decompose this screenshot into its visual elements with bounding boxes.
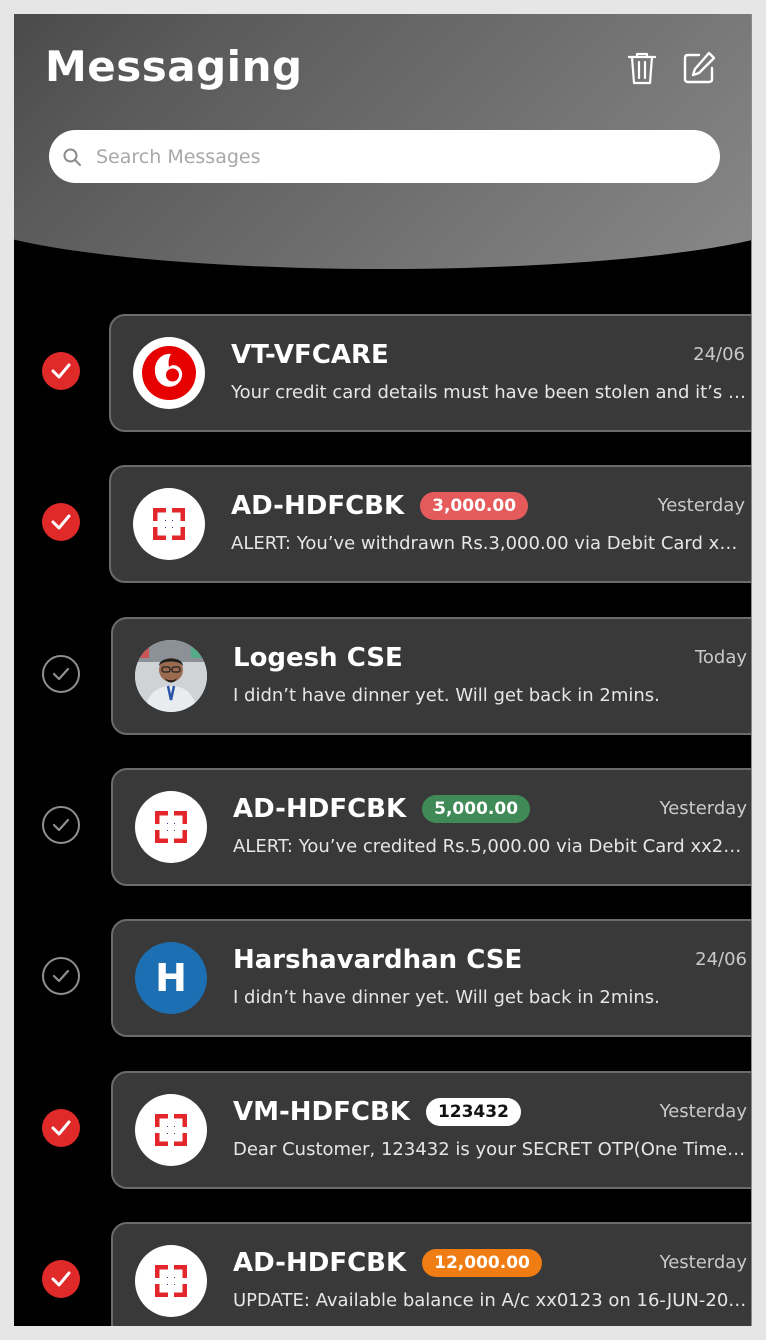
sender-name-line: Logesh CSE (233, 643, 403, 673)
sender-name-line: Harshavardhan CSE (233, 945, 522, 975)
sender-name: AD-HDFCBK (233, 794, 407, 824)
message-row: H Harshavardhan CSE 24/06 I didn’t have din… (14, 919, 751, 1037)
message-preview: Your credit card details must have been … (231, 382, 747, 403)
sender-name-line: VM-HDFCBK 123432 (233, 1097, 521, 1127)
message-preview: I didn’t have dinner yet. Will get back … (233, 987, 660, 1008)
unselected-check-icon[interactable] (42, 655, 80, 693)
sender-name: AD-HDFCBK (233, 1248, 407, 1278)
message-card[interactable]: AD-HDFCBK 12,000.00 Yesterday UPDATE: Avail… (111, 1222, 751, 1326)
message-row: VM-HDFCBK 123432 Yesterday Dear Customer, 1… (14, 1071, 751, 1189)
sender-name-line: VT-VFCARE (231, 340, 389, 370)
message-row: Logesh CSE Today I didn’t have dinner yet.… (14, 617, 751, 735)
selected-check-icon[interactable] (42, 503, 80, 541)
hdfc-logo-avatar (133, 488, 205, 560)
selected-check-icon[interactable] (42, 1109, 80, 1147)
message-time: Yesterday (659, 1252, 747, 1273)
letter-avatar: H (135, 942, 207, 1014)
message-row: AD-HDFCBK 5,000.00 Yesterday ALERT: You’ve … (14, 768, 751, 886)
message-card[interactable]: Logesh CSE Today I didn’t have dinner yet.… (111, 617, 751, 735)
sender-name: Harshavardhan CSE (233, 945, 523, 975)
trash-icon[interactable] (625, 50, 659, 86)
message-card[interactable]: VM-HDFCBK 123432 Yesterday Dear Customer, 1… (111, 1071, 751, 1189)
message-card[interactable]: AD-HDFCBK 5,000.00 Yesterday ALERT: You’ve … (111, 768, 751, 886)
sender-name: VM-HDFCBK (233, 1097, 410, 1127)
message-card[interactable]: VT-VFCARE 24/06 Your credit card details m… (109, 314, 751, 432)
message-preview: I didn’t have dinner yet. Will get back … (233, 685, 660, 706)
search-icon (63, 148, 81, 166)
message-time: Yesterday (659, 1101, 747, 1122)
message-row: AD-HDFCBK 12,000.00 Yesterday UPDATE: Avail… (14, 1222, 751, 1326)
unselected-check-icon[interactable] (42, 957, 80, 995)
message-preview: ALERT: You’ve withdrawn Rs.3,000.00 via … (231, 533, 747, 554)
contact-photo-avatar (135, 640, 207, 712)
sender-name-line: AD-HDFCBK 12,000.00 (233, 1248, 542, 1278)
sender-name: Logesh CSE (233, 643, 403, 673)
hdfc-logo-avatar (135, 1245, 207, 1317)
message-preview: Dear Customer, 123432 is your SECRET OTP… (233, 1139, 749, 1160)
search-bar (49, 130, 720, 183)
message-row: AD-HDFCBK 3,000.00 Yesterday ALERT: You’ve … (14, 465, 751, 583)
compose-icon[interactable] (681, 50, 716, 86)
message-time: 24/06 (693, 344, 745, 365)
message-time: Yesterday (657, 495, 745, 516)
selected-check-icon[interactable] (42, 352, 80, 390)
message-time: 24/06 (695, 949, 747, 970)
page-title: Messaging (45, 42, 303, 91)
message-preview: UPDATE: Available balance in A/c xx0123 … (233, 1290, 749, 1311)
amount-badge: 12,000.00 (422, 1249, 542, 1277)
sender-name-line: AD-HDFCBK 3,000.00 (231, 491, 529, 521)
message-card[interactable]: H Harshavardhan CSE 24/06 I didn’t have din… (111, 919, 751, 1037)
amount-badge: 5,000.00 (422, 795, 531, 823)
message-time: Yesterday (659, 798, 747, 819)
selected-check-icon[interactable] (42, 1260, 80, 1298)
search-input[interactable] (94, 144, 678, 169)
message-time: Today (694, 647, 747, 668)
vodafone-logo-avatar (133, 337, 205, 409)
sender-name: VT-VFCARE (231, 340, 389, 370)
message-row: VT-VFCARE 24/06 Your credit card details m… (14, 314, 751, 432)
amount-badge: 3,000.00 (420, 492, 529, 520)
hdfc-logo-avatar (135, 1094, 207, 1166)
phone-screen: Messaging VT-VFCARE 24/06 Your credit card… (14, 14, 752, 1326)
message-card[interactable]: AD-HDFCBK 3,000.00 Yesterday ALERT: You’ve … (109, 465, 751, 583)
message-preview: ALERT: You’ve credited Rs.5,000.00 via D… (233, 836, 749, 857)
unselected-check-icon[interactable] (42, 806, 80, 844)
amount-badge: 123432 (425, 1098, 521, 1126)
hdfc-logo-avatar (135, 791, 207, 863)
sender-name: AD-HDFCBK (231, 491, 405, 521)
sender-name-line: AD-HDFCBK 5,000.00 (233, 794, 531, 824)
